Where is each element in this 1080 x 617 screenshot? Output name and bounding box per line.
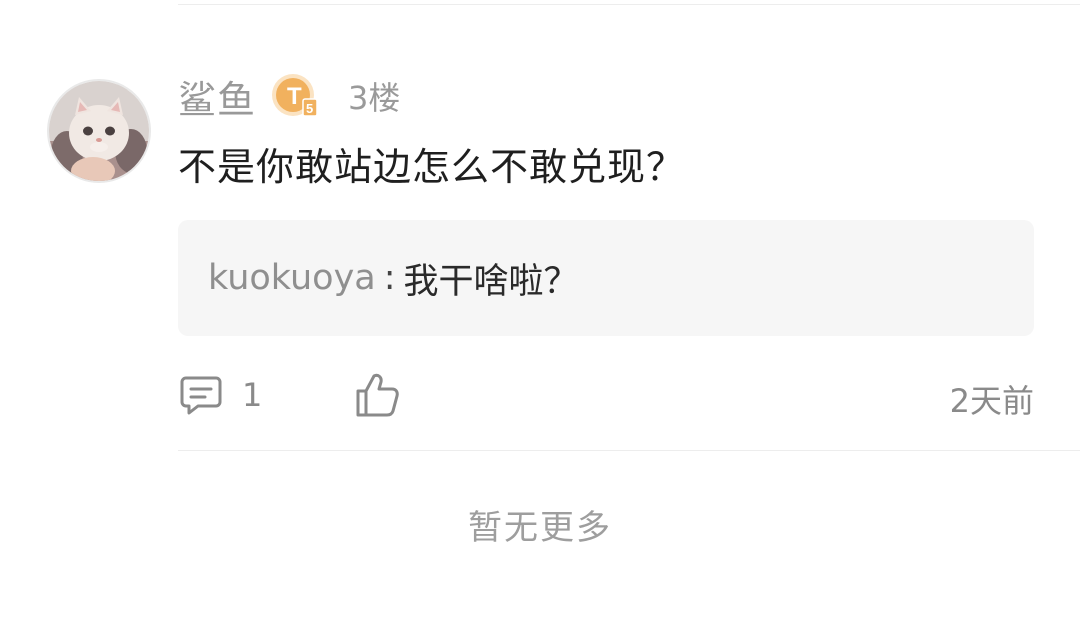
reply-preview[interactable]: kuokuoya : 我干啥啦？ <box>178 220 1034 336</box>
reply-separator: : <box>383 258 396 298</box>
level-badge-icon[interactable]: T 5 <box>270 71 320 121</box>
reply-author[interactable]: kuokuoya <box>208 258 376 298</box>
comment-icon <box>180 376 222 415</box>
reply-count: 1 <box>242 376 263 414</box>
comment-header: 鲨鱼 T 5 3楼 <box>178 71 401 122</box>
reply-button[interactable]: 1 <box>178 370 262 420</box>
svg-text:5: 5 <box>306 101 313 116</box>
svg-text:T: T <box>287 83 302 110</box>
bottom-divider <box>178 450 1080 451</box>
username[interactable]: 鲨鱼 <box>178 69 256 124</box>
reply-text: 我干啥啦？ <box>403 261 579 302</box>
top-divider <box>178 4 1080 5</box>
comment-actions: 1 2天前 <box>178 370 1034 420</box>
cat-avatar-image <box>49 81 149 181</box>
like-button[interactable] <box>354 370 400 420</box>
user-avatar[interactable] <box>47 79 151 183</box>
no-more-label: 暂无更多 <box>468 508 612 548</box>
comment-text[interactable]: 不是你敢站边怎么不敢兑现？ <box>178 136 685 191</box>
floor-number: 3楼 <box>348 79 401 117</box>
post-time: 2天前 <box>949 382 1034 420</box>
thumbs-up-icon <box>356 373 399 417</box>
